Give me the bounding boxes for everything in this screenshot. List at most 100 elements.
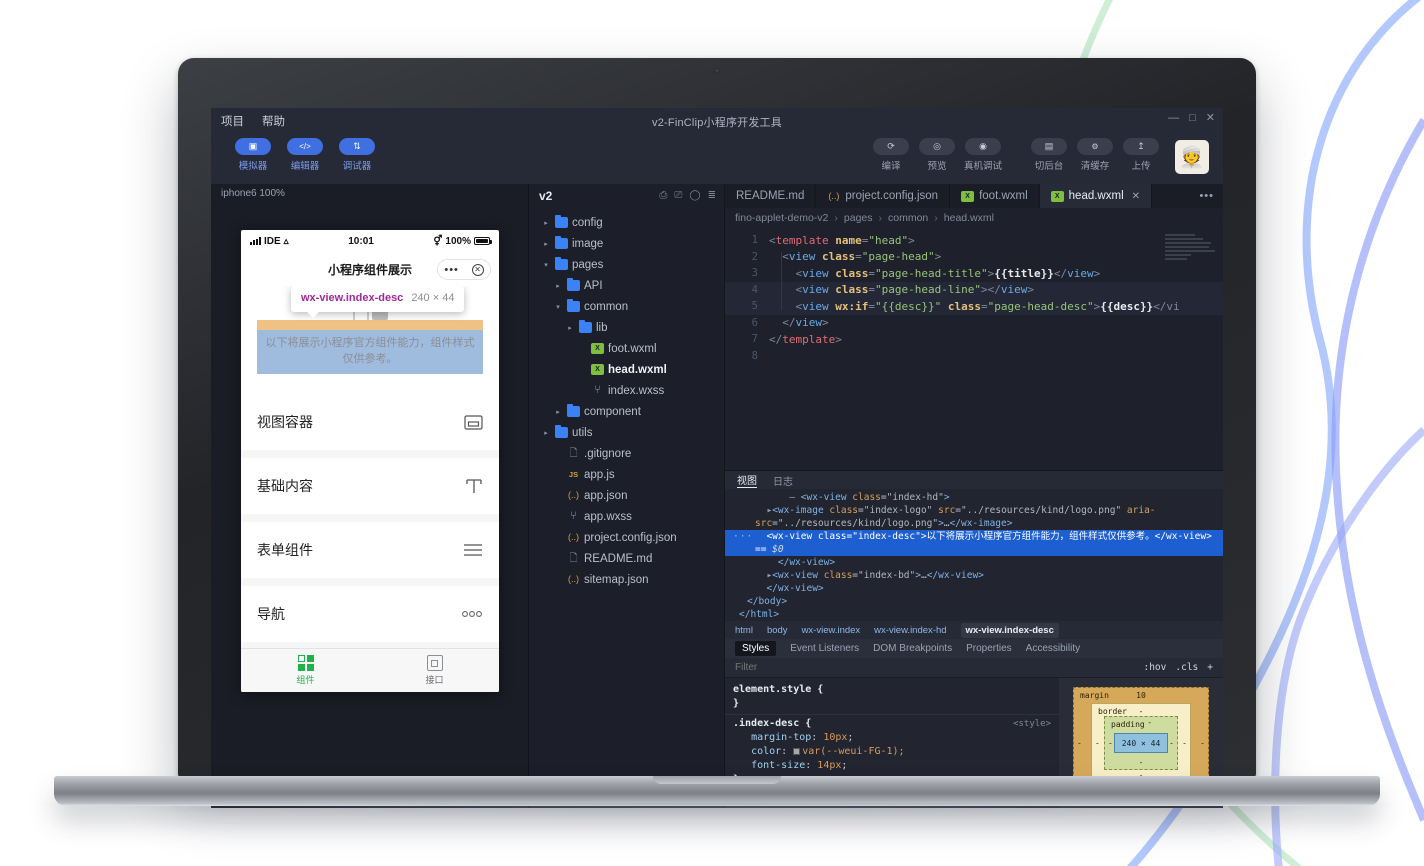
refresh-icon[interactable]: ◯ bbox=[689, 191, 700, 201]
phone-simulator[interactable]: IDE ▵ 10:01 ⚥ 100% 小程序组件展示 bbox=[241, 230, 499, 692]
box-padding-left[interactable]: - bbox=[1108, 739, 1113, 748]
chevron-right-icon[interactable]: ▸ bbox=[541, 219, 551, 227]
toolbar-button-preview[interactable]: ◎ 预览 bbox=[917, 138, 957, 172]
dom-tree[interactable]: — <wx-view class="index-hd"> ▸<wx-image … bbox=[725, 489, 1223, 621]
tree-node-image[interactable]: ▸image bbox=[529, 233, 724, 254]
tree-node-head.wxml[interactable]: ▸Xhead.wxml bbox=[529, 359, 724, 380]
tree-node-lib[interactable]: ▸lib bbox=[529, 317, 724, 338]
minimize-icon[interactable]: — bbox=[1168, 113, 1179, 124]
styles-filter-input[interactable] bbox=[725, 662, 1133, 673]
color-swatch[interactable] bbox=[793, 748, 800, 755]
dom-line-selected[interactable]: <wx-view class="index-desc">以下将展示小程序官方组件… bbox=[725, 530, 1223, 556]
new-folder-icon[interactable]: ⎚ bbox=[674, 191, 682, 201]
index-desc-highlighted[interactable]: 以下将展示小程序官方组件能力，组件样式仅供参考。 wx-view.index-d… bbox=[257, 330, 483, 374]
code-editor[interactable]: 1<template name="head"> 2 <view class="p… bbox=[725, 228, 1223, 470]
breadcrumb-item[interactable]: common bbox=[888, 212, 928, 224]
box-model-padding[interactable]: padding - - - - 240 × 44 bbox=[1104, 716, 1178, 770]
editor-tab-foot-wxml[interactable]: Xfoot.wxml bbox=[950, 184, 1040, 208]
close-tab-icon[interactable]: ✕ bbox=[1132, 191, 1140, 202]
breadcrumb-item[interactable]: head.wxml bbox=[944, 212, 994, 224]
dom-breadcrumb-item[interactable]: wx-view.index-hd bbox=[874, 625, 946, 636]
devtools-tab-view[interactable]: 视图 bbox=[737, 472, 757, 488]
box-padding-bottom[interactable]: - bbox=[1139, 758, 1144, 767]
chevron-right-icon[interactable]: ▸ bbox=[541, 240, 551, 248]
editor-tab-readme-md[interactable]: README.md bbox=[725, 184, 816, 208]
tree-node-foot.wxml[interactable]: ▸Xfoot.wxml bbox=[529, 338, 724, 359]
box-margin-left[interactable]: - bbox=[1077, 739, 1082, 748]
dom-line[interactable]: — <wx-view class="index-hd"> bbox=[725, 491, 1223, 504]
chevron-down-icon[interactable]: ▾ bbox=[541, 261, 551, 269]
tree-node-sitemap.json[interactable]: ▸(..)sitemap.json bbox=[529, 569, 724, 590]
box-border-left[interactable]: - bbox=[1095, 739, 1100, 748]
tree-node-component[interactable]: ▸component bbox=[529, 401, 724, 422]
tab-api[interactable]: 接口 bbox=[370, 649, 499, 692]
box-padding-right[interactable]: - bbox=[1169, 739, 1174, 748]
chevron-right-icon[interactable]: ▸ bbox=[541, 429, 551, 437]
styles-tab-accessibility[interactable]: Accessibility bbox=[1026, 643, 1080, 654]
toolbar-button-device-debug[interactable]: ◉ 真机调试 bbox=[963, 138, 1003, 172]
css-declaration[interactable]: margin-top: 10px; bbox=[733, 731, 1051, 745]
list-item[interactable]: 基础内容 bbox=[241, 458, 499, 514]
tree-node-app.js[interactable]: ▸JSapp.js bbox=[529, 464, 724, 485]
toolbar-button-debugger[interactable]: ⇅ 调试器 bbox=[337, 138, 377, 172]
css-declaration[interactable]: font-size: 14px; bbox=[733, 759, 1051, 773]
chevron-right-icon[interactable]: ▸ bbox=[553, 282, 563, 290]
tree-node-readme.md[interactable]: ▸🗋README.md bbox=[529, 548, 724, 569]
css-declaration[interactable]: color: var(--weui-FG-1); bbox=[733, 745, 1051, 759]
tree-node-common[interactable]: ▾common bbox=[529, 296, 724, 317]
toolbar-button-upload[interactable]: ↥ 上传 bbox=[1121, 138, 1161, 172]
toolbar-button-compile[interactable]: ⟳ 编译 bbox=[871, 138, 911, 172]
box-border-right[interactable]: - bbox=[1182, 739, 1187, 748]
chevron-down-icon[interactable]: ▾ bbox=[553, 303, 563, 311]
collapse-icon[interactable]: ≣ bbox=[708, 191, 716, 201]
dom-line[interactable]: ▸<wx-image class="index-logo" src="../re… bbox=[725, 504, 1223, 530]
tree-node-.gitignore[interactable]: ▸🗋.gitignore bbox=[529, 443, 724, 464]
dom-breadcrumb-item[interactable]: wx-view.index-desc bbox=[961, 623, 1059, 638]
breadcrumb-item[interactable]: pages bbox=[844, 212, 873, 224]
box-padding-top[interactable]: - bbox=[1147, 718, 1152, 727]
list-item[interactable]: 导航 bbox=[241, 586, 499, 642]
devtools-tab-log[interactable]: 日志 bbox=[773, 473, 793, 488]
dom-breadcrumb-item[interactable]: body bbox=[767, 625, 788, 636]
dom-line[interactable]: ▸<wx-view class="index-bd">…</wx-view> bbox=[725, 569, 1223, 582]
dom-line[interactable]: </wx-view> bbox=[725, 582, 1223, 595]
styles-tab-event-listeners[interactable]: Event Listeners bbox=[790, 643, 859, 654]
editor-tab-project-config-json[interactable]: (..)project.config.json bbox=[816, 184, 950, 208]
editor-tab-head-wxml[interactable]: Xhead.wxml✕ bbox=[1040, 184, 1152, 208]
dom-line[interactable]: </html> bbox=[725, 608, 1223, 621]
tree-node-project.config.json[interactable]: ▸(..)project.config.json bbox=[529, 527, 724, 548]
toolbar-button-simulator[interactable]: ▣ 模拟器 bbox=[233, 138, 273, 172]
tree-node-pages[interactable]: ▾pages bbox=[529, 254, 724, 275]
hov-toggle[interactable]: :hov bbox=[1143, 662, 1166, 673]
add-rule-button[interactable]: + bbox=[1207, 662, 1213, 673]
dom-breadcrumb-item[interactable]: wx-view.index bbox=[802, 625, 861, 636]
close-circle-icon[interactable]: ✕ bbox=[472, 264, 484, 276]
chevron-right-icon[interactable]: ▸ bbox=[553, 408, 563, 416]
list-item[interactable]: 视图容器 bbox=[241, 394, 499, 450]
tree-node-index.wxss[interactable]: ▸⑂index.wxss bbox=[529, 380, 724, 401]
list-item[interactable]: 表单组件 bbox=[241, 522, 499, 578]
box-model-content[interactable]: 240 × 44 bbox=[1114, 733, 1168, 753]
more-icon[interactable]: ••• bbox=[444, 266, 459, 274]
styles-tab-properties[interactable]: Properties bbox=[966, 643, 1012, 654]
minimap[interactable] bbox=[1165, 234, 1219, 306]
toolbar-button-editor[interactable]: </> 编辑器 bbox=[285, 138, 325, 172]
breadcrumb-item[interactable]: fino-applet-demo-v2 bbox=[735, 212, 828, 224]
new-file-icon[interactable]: ⎙ bbox=[659, 191, 667, 201]
toolbar-button-background[interactable]: ▤ 切后台 bbox=[1029, 138, 1069, 172]
editor-tabs-overflow-icon[interactable]: ••• bbox=[1190, 184, 1223, 208]
maximize-icon[interactable]: □ bbox=[1189, 113, 1196, 124]
tree-node-api[interactable]: ▸API bbox=[529, 275, 724, 296]
box-model-border[interactable]: border - - - - padding - - bbox=[1091, 703, 1191, 783]
css-rule[interactable]: element.style { } bbox=[725, 681, 1059, 715]
styles-tab-dom-breakpoints[interactable]: DOM Breakpoints bbox=[873, 643, 952, 654]
tab-components[interactable]: 组件 bbox=[241, 649, 370, 692]
styles-tab-styles[interactable]: Styles bbox=[735, 641, 776, 656]
capsule-menu[interactable]: ••• ✕ bbox=[437, 259, 491, 280]
chevron-right-icon[interactable]: ▸ bbox=[565, 324, 575, 332]
box-margin-right[interactable]: - bbox=[1200, 739, 1205, 748]
dom-line[interactable]: </wx-view> bbox=[725, 556, 1223, 569]
tree-node-app.wxss[interactable]: ▸⑂app.wxss bbox=[529, 506, 724, 527]
toolbar-button-clear-cache[interactable]: ⚙ 清缓存 bbox=[1075, 138, 1115, 172]
tree-node-utils[interactable]: ▸utils bbox=[529, 422, 724, 443]
